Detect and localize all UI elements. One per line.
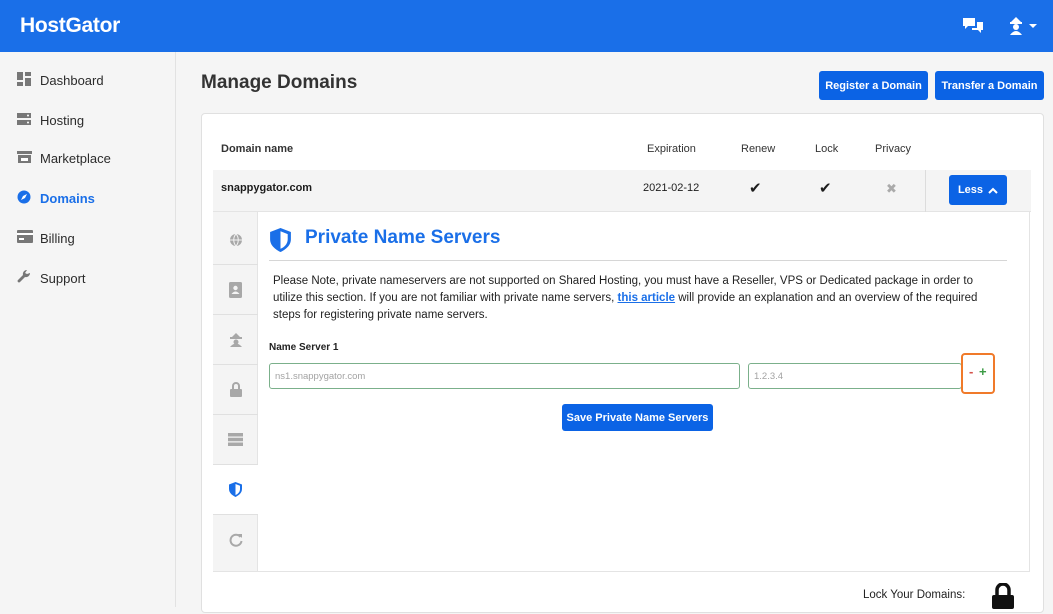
lock-icon [229,382,242,397]
credit-card-icon [17,230,33,246]
renew-check-icon: ✔ [749,180,762,197]
tab-contacts[interactable] [213,265,258,315]
globe-icon [229,233,242,246]
private-ns-note: Please Note, private nameservers are not… [273,273,1003,324]
expiration-date: 2021-02-12 [643,182,700,194]
tab-lock[interactable] [213,365,258,415]
column-renew: Renew [741,143,776,155]
section-divider [269,260,1007,261]
table-row [213,170,1031,212]
chevron-up-icon [988,187,998,194]
register-domain-button[interactable]: Register a Domain [819,71,928,100]
sidebar-item-support[interactable]: Support [0,258,176,298]
sidebar-item-label: Domains [40,190,95,206]
transfer-domain-button[interactable]: Transfer a Domain [935,71,1044,100]
page-title: Manage Domains [201,72,358,93]
sidebar-item-label: Billing [40,230,75,246]
tab-renew[interactable] [213,515,258,565]
column-lock: Lock [815,143,839,155]
sidebar-item-domains[interactable]: Domains [0,178,176,218]
tab-privacy[interactable] [213,315,258,365]
privacy-x-icon: ✖ [886,181,897,196]
column-privacy: Privacy [875,143,912,155]
save-private-name-servers-button[interactable]: Save Private Name Servers [562,404,713,431]
sidebar-item-label: Marketplace [40,150,111,166]
less-toggle-button[interactable]: Less [949,175,1007,205]
domain-name[interactable]: snappygator.com [221,182,312,194]
sidebar-item-label: Support [40,270,86,286]
less-label: Less [957,184,984,196]
user-menu-icon[interactable] [1008,16,1042,41]
top-bar: HostGator [0,0,1053,52]
shield-icon [229,482,242,497]
incognito-icon [229,333,242,347]
lock-your-domains-label: Lock Your Domains: [863,589,966,601]
server-icon [228,433,243,446]
sidebar-item-marketplace[interactable]: Marketplace [0,138,176,178]
column-expiration: Expiration [647,143,696,155]
nameserver-ip-input[interactable] [748,363,962,389]
column-domain-name: Domain name [221,143,294,155]
lock-check-icon: ✔ [819,180,832,197]
add-remove-highlight [961,353,995,394]
server-icon [17,112,33,128]
sidebar-item-label: Dashboard [40,72,104,88]
name-server-label: Name Server 1 [269,342,339,353]
contact-book-icon [229,281,242,298]
panel-border [213,571,1030,572]
shield-icon [270,228,291,257]
hostgator-logo[interactable]: HostGator [20,14,120,38]
sidebar-item-label: Hosting [40,112,85,128]
chat-icon[interactable] [962,16,984,41]
section-title: Private Name Servers [305,227,501,248]
remove-nameserver-button[interactable]: - [969,364,973,379]
sidebar-item-dashboard[interactable]: Dashboard [0,60,176,100]
sidebar-item-billing[interactable]: Billing [0,218,176,258]
nameserver-host-input[interactable] [269,363,740,389]
row-divider [925,170,926,212]
tab-dns[interactable] [213,215,258,265]
lock-icon[interactable] [991,582,1015,614]
sidebar: Dashboard Hosting Marketplace Domains Bi… [0,52,176,607]
add-nameserver-button[interactable]: + [979,364,987,379]
dashboard-icon [17,72,33,88]
tab-private-name-servers[interactable] [213,465,258,515]
sidebar-item-hosting[interactable]: Hosting [0,100,176,140]
compass-icon [17,190,33,206]
tab-nameservers[interactable] [213,415,258,465]
wrench-icon [17,269,33,286]
this-article-link[interactable]: this article [618,292,676,304]
refresh-icon [229,533,242,547]
panel-border [1029,212,1030,572]
store-icon [17,150,33,166]
domain-tabs [213,212,258,572]
